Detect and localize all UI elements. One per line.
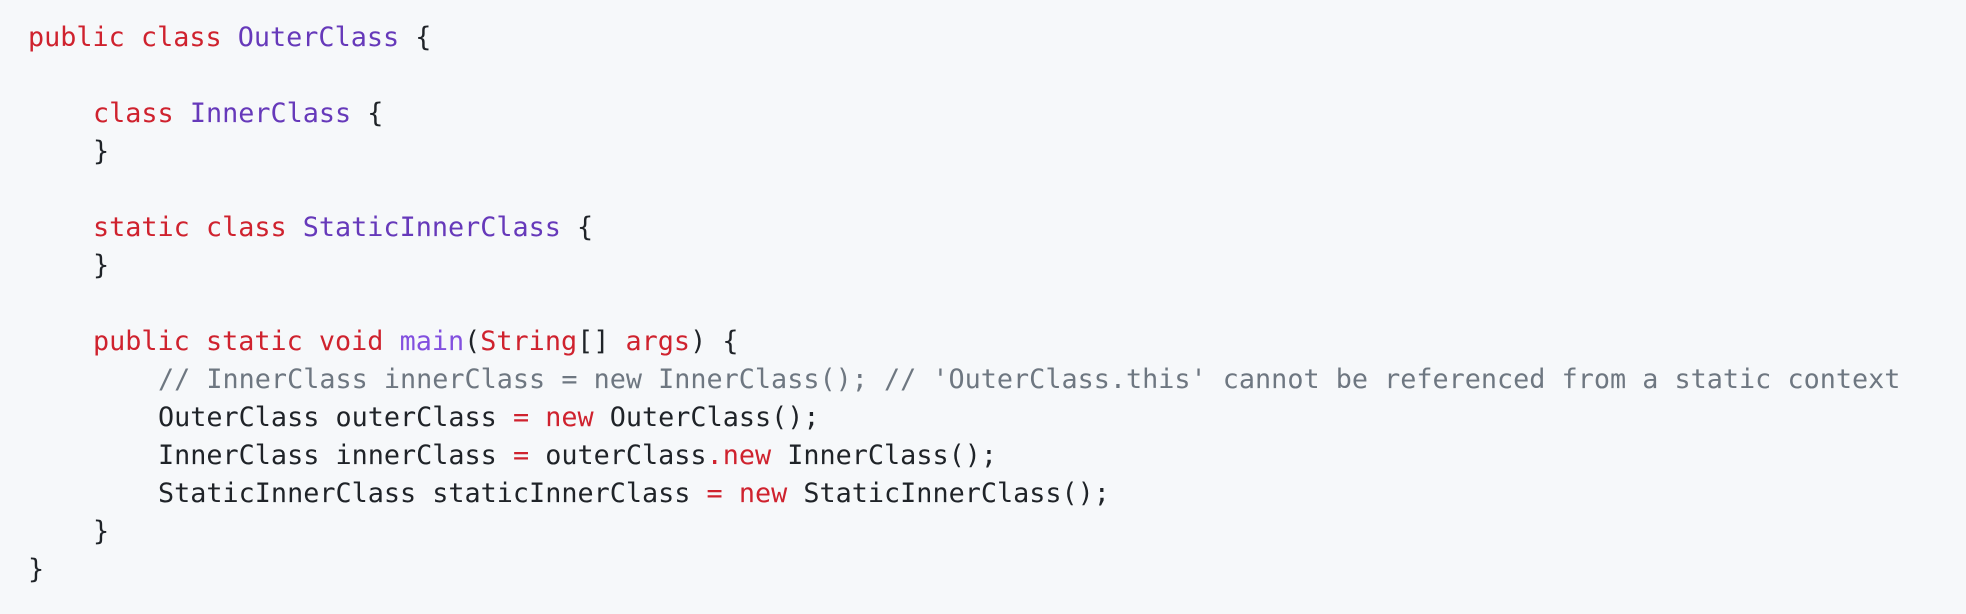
paren: ) (690, 326, 707, 357)
class-name: StaticInnerClass (302, 212, 561, 243)
brace: { (415, 22, 432, 53)
brace: { (722, 326, 739, 357)
code-line-10: // InnerClass innerClass = new InnerClas… (28, 361, 1966, 399)
expression: InnerClass(); (787, 440, 997, 471)
code-line-9: public static void main(String[] args) { (28, 323, 1966, 361)
param-type: String (480, 326, 578, 357)
expression: StaticInnerClass(); (803, 478, 1110, 509)
code-block: public class OuterClass {class InnerClas… (0, 0, 1966, 589)
code-line-14: } (28, 513, 1966, 551)
code-line-11: OuterClass outerClass = new OuterClass()… (28, 399, 1966, 437)
code-line-4: } (28, 133, 1966, 171)
keyword: class (140, 22, 222, 53)
expression: OuterClass(); (609, 402, 820, 433)
class-name: OuterClass (237, 22, 400, 53)
param-name: args (625, 326, 691, 357)
paren: ( (464, 326, 481, 357)
keyword: void (318, 326, 384, 357)
declaration: StaticInnerClass staticInnerClass (158, 478, 691, 509)
code-line-7: } (28, 247, 1966, 285)
code-viewer: public class OuterClass {class InnerClas… (0, 0, 1966, 614)
operator: = (512, 440, 530, 471)
brace: { (367, 98, 384, 129)
brace: } (28, 554, 45, 585)
brace: } (93, 136, 110, 167)
brace: { (577, 212, 594, 243)
brackets: [] (577, 326, 610, 357)
dot-operator: . (706, 440, 723, 471)
code-line-13: StaticInnerClass staticInnerClass = new … (28, 475, 1966, 513)
brace: } (93, 516, 110, 547)
code-line-12: InnerClass innerClass = outerClass.new I… (28, 437, 1966, 475)
keyword: class (93, 98, 174, 129)
method-name: main (399, 326, 465, 357)
code-line-2-blank (28, 57, 1966, 95)
code-line-8-blank (28, 285, 1966, 323)
keyword: static (93, 212, 190, 243)
declaration: InnerClass innerClass (158, 440, 497, 471)
identifier: outerClass (545, 440, 707, 471)
keyword: new (738, 478, 788, 509)
code-line-3: class InnerClass { (28, 95, 1966, 133)
operator: = (706, 478, 723, 509)
code-comment: // InnerClass innerClass = new InnerClas… (158, 364, 1901, 395)
operator: = (512, 402, 530, 433)
keyword: class (205, 212, 287, 243)
code-line-1: public class OuterClass { (28, 19, 1966, 57)
code-line-6: static class StaticInnerClass { (28, 209, 1966, 247)
code-line-15: } (28, 551, 1966, 589)
declaration: OuterClass outerClass (158, 402, 497, 433)
keyword: static (205, 326, 303, 357)
code-line-5-blank (28, 171, 1966, 209)
keyword: public (28, 22, 125, 53)
keyword: new (545, 402, 594, 433)
brace: } (93, 250, 110, 281)
class-name: InnerClass (189, 98, 352, 129)
keyword: public (93, 326, 190, 357)
keyword: new (722, 440, 772, 471)
